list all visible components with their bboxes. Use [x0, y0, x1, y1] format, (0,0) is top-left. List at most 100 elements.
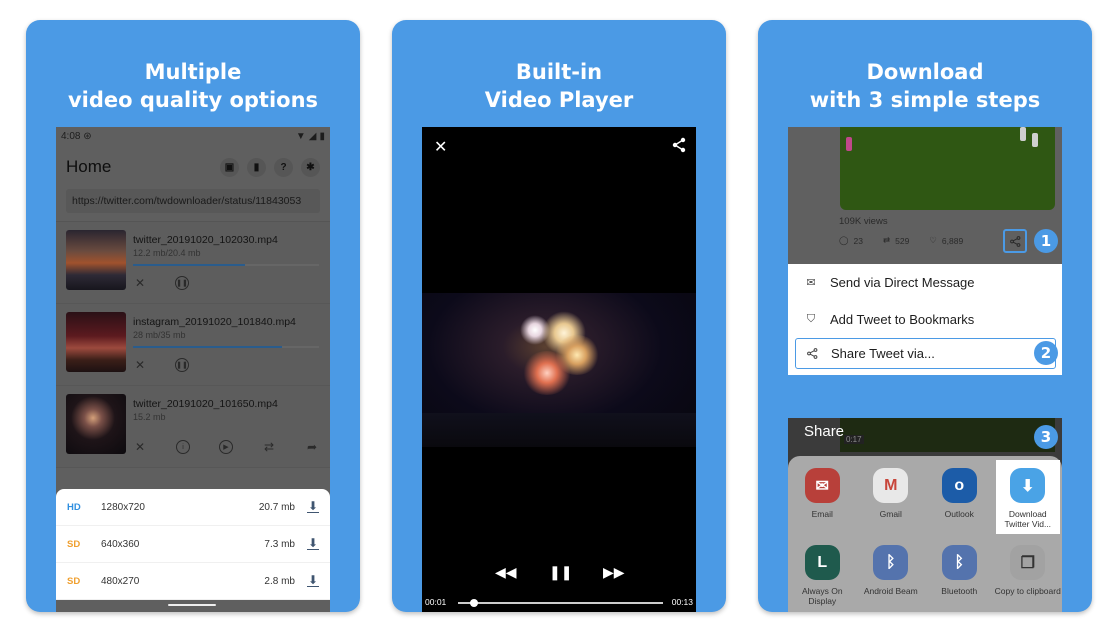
download-progress [133, 264, 319, 266]
card-title: Download with 3 simple steps [809, 60, 1041, 112]
cancel-icon[interactable]: ✕ [133, 276, 147, 290]
quality-badge-sd: SD [67, 538, 81, 550]
video-library-icon[interactable]: ▣ [220, 157, 239, 177]
outlook-icon: o [941, 468, 977, 503]
bluetooth-icon: ᛒ [941, 545, 977, 580]
app-bar: Home ▣ ▮ ? ✱ [56, 145, 330, 189]
quality-option[interactable]: SD 480x270 2.8 mb ⬇ [56, 563, 330, 600]
share-icon[interactable] [672, 137, 686, 153]
like-button[interactable]: ♡ 6,889 [929, 235, 963, 246]
battery-icon: ▮ [319, 130, 325, 142]
quality-option[interactable]: HD 1280x720 20.7 mb ⬇ [56, 489, 330, 526]
settings-icon[interactable]: ✱ [301, 157, 320, 177]
download-item[interactable]: twitter_20191020_101650.mp4 15.2 mb ✕ i … [56, 386, 330, 468]
pause-icon[interactable]: ❚❚ [175, 276, 189, 290]
resolution: 640x360 [101, 538, 140, 550]
rewind-icon[interactable]: ◀◀ [495, 564, 517, 581]
file-size: 7.3 mb [264, 538, 295, 550]
mail-icon: ✉ [806, 277, 816, 289]
repeat-icon[interactable]: ⇄ [262, 440, 276, 454]
share-app-copy-to-clipboard[interactable]: ❐ Copy to clipboard [994, 537, 1063, 611]
file-name: twitter_20191020_101650.mp4 [133, 398, 278, 410]
current-time: 00:01 [425, 597, 447, 607]
video-duration: 0:17 [844, 435, 864, 444]
quality-option[interactable]: SD 640x360 7.3 mb ⬇ [56, 526, 330, 563]
email-icon: ✉ [804, 468, 840, 503]
clock-icon: L [804, 545, 840, 580]
player-figure [1032, 133, 1038, 147]
share-icon [805, 347, 819, 361]
file-size: 20.7 mb [258, 501, 295, 513]
retweet-button[interactable]: ⇄ 529 [883, 235, 909, 246]
app-label: Download Twitter Vid... [1004, 509, 1052, 529]
video-player: ✕ ◀◀ ❚❚ ▶▶ 00:01 00:13 [422, 127, 696, 612]
playback-controls: ◀◀ ❚❚ ▶▶ [422, 564, 696, 581]
phone-screen-home: 4:08 ⊛ ▼ ◢ ▮ Home ▣ ▮ ? ✱ https://twitte… [56, 127, 330, 612]
referee-figure [846, 137, 852, 151]
copy-icon: ❐ [1010, 545, 1046, 580]
status-bar: 4:08 ⊛ ▼ ◢ ▮ [56, 127, 330, 145]
reply-button[interactable]: ◯ 23 [839, 235, 863, 246]
pause-icon[interactable]: ❚❚ [549, 564, 572, 581]
tweet-actions: ◯ 23 ⇄ 529 ♡ 6,889 [839, 235, 963, 246]
seek-handle[interactable] [469, 599, 478, 607]
share-app-download-twitter-vid[interactable]: ⬇ Download Twitter Vid... [995, 460, 1060, 534]
share-menu: ✉ Send via Direct Message ⛉ Add Tweet to… [788, 264, 1062, 375]
video-thumbnail [66, 312, 126, 372]
app-label: Bluetooth [941, 586, 978, 596]
app-label: Email [811, 509, 833, 519]
share-app-android-beam[interactable]: ᛒ Android Beam [857, 537, 926, 611]
delete-icon[interactable]: ✕ [133, 440, 147, 454]
cancel-icon[interactable]: ✕ [133, 358, 147, 372]
download-icon[interactable]: ⬇ [307, 537, 319, 550]
share-app-bluetooth[interactable]: ᛒ Bluetooth [925, 537, 994, 611]
app-label: Gmail [879, 509, 902, 519]
status-time: 4:08 [61, 130, 81, 142]
pause-icon[interactable]: ❚❚ [175, 358, 189, 372]
download-item[interactable]: twitter_20191020_102030.mp4 12.2 mb/20.4… [56, 222, 330, 304]
view-count: 109K views [839, 216, 888, 227]
tweet-video[interactable] [840, 127, 1055, 210]
step-badge-3: 3 [1034, 425, 1058, 449]
download-app-icon: ⬇ [1010, 468, 1046, 503]
download-icon[interactable]: ⬇ [307, 574, 319, 587]
menu-item-direct-message[interactable]: ✉ Send via Direct Message [788, 264, 1062, 301]
sync-icon: ⊛ [83, 130, 92, 142]
share-app-always-on-display[interactable]: L Always On Display [788, 537, 857, 611]
step-badge-1: 1 [1034, 229, 1058, 253]
download-list: twitter_20191020_102030.mp4 12.2 mb/20.4… [56, 221, 330, 468]
share-app-gmail[interactable]: M Gmail [857, 460, 926, 534]
seek-bar[interactable] [458, 599, 663, 607]
home-handle[interactable] [168, 604, 216, 606]
file-size: 12.2 mb/20.4 mb [133, 248, 201, 258]
share-app-outlook[interactable]: o Outlook [925, 460, 994, 534]
play-icon[interactable]: ▶ [219, 440, 233, 454]
info-icon[interactable]: i [176, 440, 190, 454]
resolution: 1280x720 [101, 501, 145, 513]
close-icon[interactable]: ✕ [434, 137, 447, 157]
tweet-share-button[interactable] [1003, 229, 1027, 253]
progress-fill [133, 346, 282, 348]
download-item[interactable]: instagram_20191020_101840.mp4 28 mb/35 m… [56, 304, 330, 386]
bookmark-icon[interactable]: ▮ [247, 157, 266, 177]
help-icon[interactable]: ? [274, 157, 293, 177]
share-icon[interactable]: ➦ [305, 440, 319, 454]
bookmark-add-icon: ⛉ [806, 313, 816, 325]
url-input[interactable]: https://twitter.com/twdownloader/status/… [66, 189, 320, 213]
feature-card-quality: Multiple video quality options 4:08 ⊛ ▼ … [26, 20, 360, 612]
download-progress [133, 346, 319, 348]
retweet-icon: ⇄ [882, 235, 891, 245]
background-video [840, 418, 1055, 452]
video-frame[interactable] [422, 293, 696, 447]
card-title: Built-in Video Player [484, 60, 634, 112]
fast-forward-icon[interactable]: ▶▶ [603, 564, 625, 581]
share-app-email[interactable]: ✉ Email [788, 460, 857, 534]
feature-card-player: Built-in Video Player ✕ ◀◀ ❚❚ ▶▶ 00:01 0… [392, 20, 726, 612]
menu-item-bookmark[interactable]: ⛉ Add Tweet to Bookmarks [788, 301, 1062, 338]
app-label: Copy to clipboard [994, 586, 1061, 596]
menu-item-share-via[interactable]: Share Tweet via... [795, 338, 1056, 369]
download-icon[interactable]: ⬇ [307, 500, 319, 513]
share-title: Share [804, 423, 845, 440]
signal-icon: ◢ [308, 130, 317, 142]
quality-sheet: HD 1280x720 20.7 mb ⬇ SD 640x360 7.3 mb … [56, 489, 330, 600]
